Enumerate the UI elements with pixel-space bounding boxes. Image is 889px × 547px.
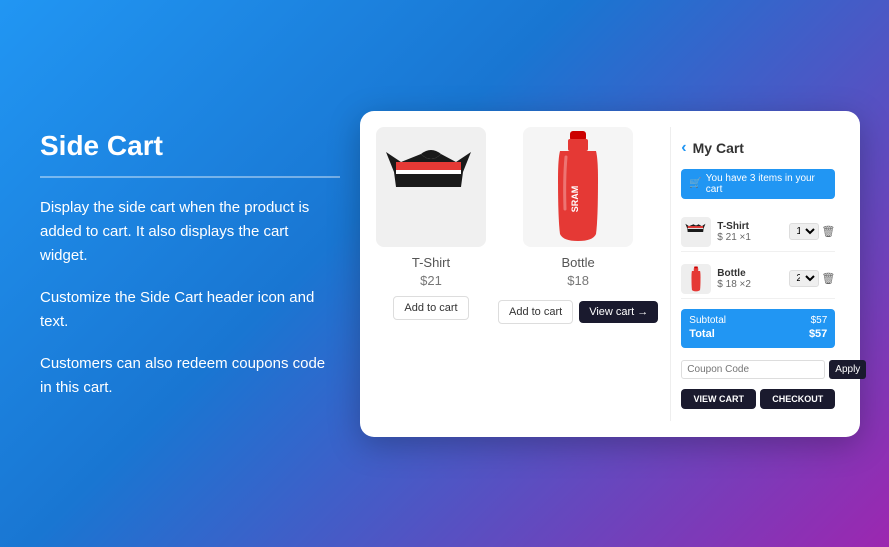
bottle-image: SRAM [523,127,633,247]
tshirt-name: T-Shirt [412,255,450,270]
description-3: Customers can also redeem coupons code i… [40,352,340,400]
bottle-delete-icon[interactable]: 🗑 [821,272,835,285]
tshirt-add-to-cart[interactable]: Add to cart [393,296,468,320]
cart-item-bottle: Bottle $ 18 ×2 1 2 3 🗑 [681,260,835,299]
divider [40,176,340,178]
cart-tshirt-info: T-Shirt $ 21 ×1 [717,221,783,243]
bottle-actions: Add to cart View cart → [498,300,658,324]
cart-item-tshirt: T-Shirt $ 21 ×1 1 2 3 🗑 [681,213,835,252]
total-label: Total [689,328,714,340]
description-2: Customize the Side Cart header icon and … [40,286,340,334]
demo-container: T-Shirt $21 Add to cart [360,111,860,437]
cart-icon: 🛒 [689,178,701,189]
tshirt-delete-icon[interactable]: 🗑 [821,225,835,238]
subtotal-value: $57 [811,315,828,326]
coupon-row: Apply [681,360,835,379]
product-bottle: SRAM Bottle $18 Add to cart View cart → [498,127,658,324]
cart-bottle-qty: 1 2 3 🗑 [789,270,835,287]
cart-tshirt-name: T-Shirt [717,221,783,232]
side-cart-panel: ‹ My Cart 🛒 You have 3 items in your car… [670,127,845,421]
cart-badge: 🛒 You have 3 items in your cart [681,169,835,199]
view-cart-action-button[interactable]: VIEW CART [681,389,756,409]
cart-bottle-name: Bottle [717,268,783,279]
subtotal-label: Subtotal [689,315,726,326]
tshirt-qty-select[interactable]: 1 2 3 [789,223,819,240]
svg-text:SRAM: SRAM [570,186,580,213]
cart-badge-text: You have 3 items in your cart [706,173,828,195]
cart-bottle-price: $ 18 ×2 [717,279,783,290]
tshirt-image [376,127,486,247]
cart-tshirt-price: $ 21 ×1 [717,232,783,243]
subtotal-row: Subtotal $57 [689,315,827,326]
product-tshirt: T-Shirt $21 Add to cart [376,127,486,324]
cart-bottle-info: Bottle $ 18 ×2 [717,268,783,290]
bottle-name: Bottle [562,255,595,270]
demo-card: T-Shirt $21 Add to cart [360,111,860,437]
cart-actions: VIEW CART CHECKOUT [681,389,835,409]
tshirt-price: $21 [420,273,442,288]
cart-title: My Cart [693,140,744,156]
page-title: Side Cart [40,130,340,162]
cart-header: ‹ My Cart [681,139,835,157]
left-panel: Side Cart Display the side cart when the… [40,130,360,418]
back-arrow-icon[interactable]: ‹ [681,139,686,157]
cart-totals: Subtotal $57 Total $57 [681,309,835,348]
bottle-price: $18 [567,273,589,288]
cart-tshirt-qty: 1 2 3 🗑 [789,223,835,240]
cart-bottle-img [681,264,711,294]
view-cart-button[interactable]: View cart → [579,301,658,323]
products-grid: T-Shirt $21 Add to cart [376,127,658,324]
coupon-input[interactable] [681,360,825,379]
apply-coupon-button[interactable]: Apply [829,360,866,379]
description-1: Display the side cart when the product i… [40,196,340,268]
total-value: $57 [809,328,827,340]
cart-tshirt-img [681,217,711,247]
bottle-add-to-cart[interactable]: Add to cart [498,300,573,324]
checkout-button[interactable]: CHECKOUT [760,389,835,409]
products-section: T-Shirt $21 Add to cart [376,127,670,421]
total-row: Total $57 [689,328,827,340]
bottle-qty-select[interactable]: 1 2 3 [789,270,819,287]
